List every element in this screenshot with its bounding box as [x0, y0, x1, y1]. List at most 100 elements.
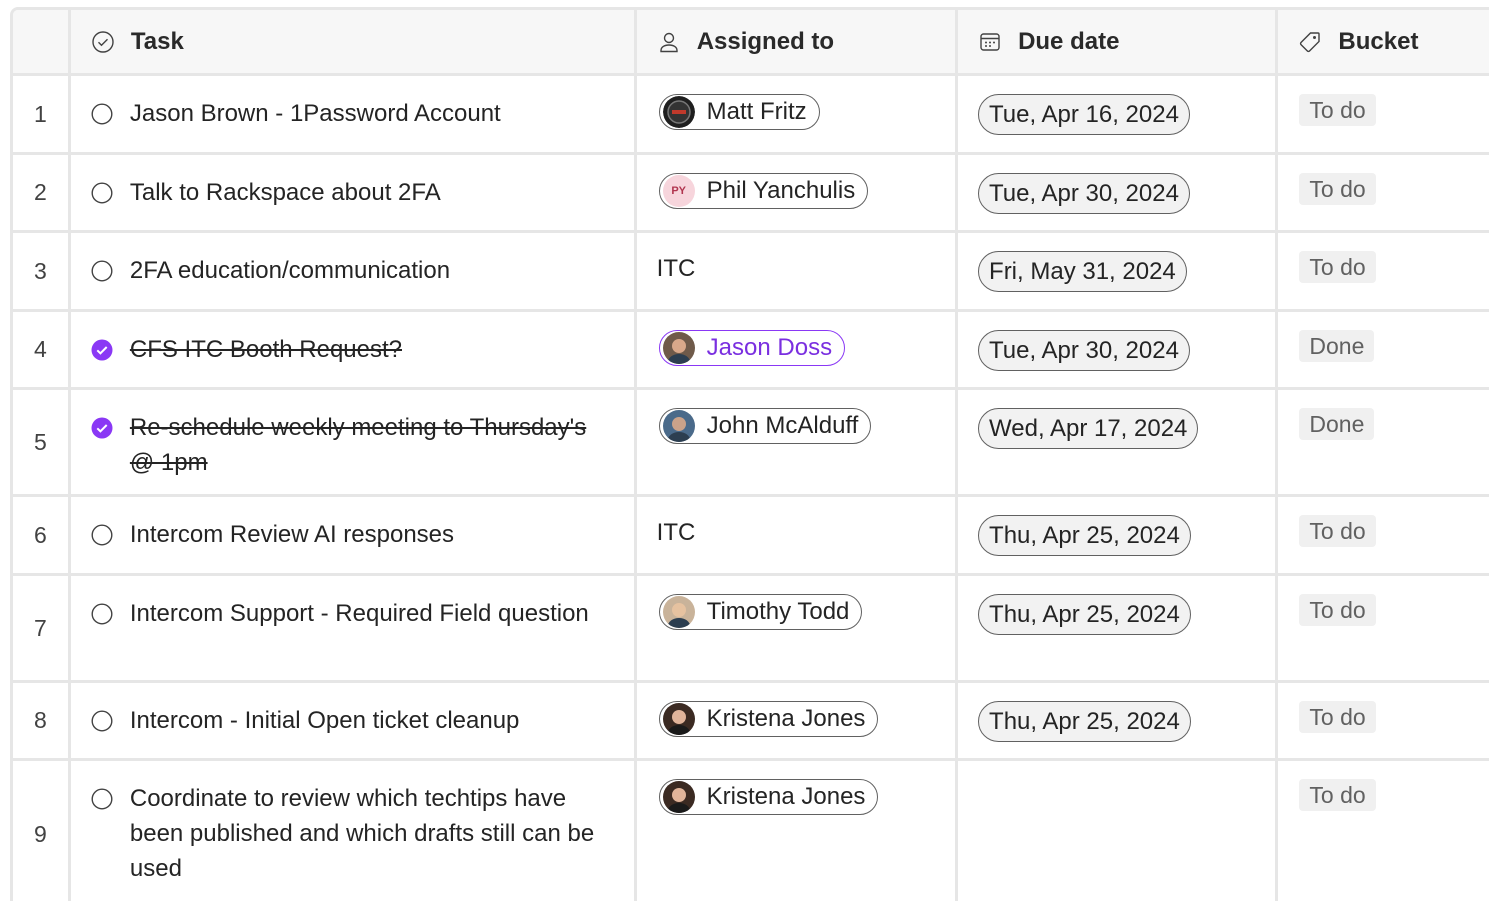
task-checkbox-icon[interactable] [91, 524, 113, 546]
bucket-badge[interactable]: To do [1299, 701, 1376, 733]
task-row[interactable]: 5 Re-schedule weekly meeting to Thursday'… [13, 390, 1489, 497]
completed-check-icon[interactable] [91, 417, 113, 439]
bucket-cell[interactable]: To do [1278, 576, 1489, 680]
bucket-badge[interactable]: To do [1299, 251, 1376, 283]
due-date-cell[interactable]: Tue, Apr 30, 2024 [958, 155, 1279, 230]
task-checkbox-icon[interactable] [91, 260, 113, 282]
row-number-cell: 6 [13, 497, 71, 573]
task-cell[interactable]: Jason Brown - 1Password Account [71, 76, 637, 152]
due-date-cell[interactable]: Thu, Apr 25, 2024 [958, 576, 1279, 680]
task-title[interactable]: CFS ITC Booth Request? [130, 332, 402, 367]
due-date-cell[interactable] [958, 761, 1279, 901]
task-title[interactable]: Coordinate to review which techtips have… [130, 781, 614, 886]
task-cell[interactable]: Coordinate to review which techtips have… [71, 761, 637, 901]
due-date-pill[interactable]: Thu, Apr 25, 2024 [978, 515, 1191, 556]
assignee-chip[interactable]: Kristena Jones [658, 779, 879, 815]
assignee-chip[interactable]: Jason Doss [658, 330, 846, 366]
due-date-pill[interactable]: Fri, May 31, 2024 [978, 251, 1187, 292]
bucket-cell[interactable]: To do [1278, 683, 1489, 758]
due-date-pill[interactable]: Thu, Apr 25, 2024 [978, 701, 1191, 742]
assignee-chip[interactable]: John McAlduff [658, 408, 872, 444]
task-cell[interactable]: Intercom Review AI responses [71, 497, 637, 573]
task-cell[interactable]: CFS ITC Booth Request? [71, 312, 637, 387]
task-checkbox-icon[interactable] [91, 603, 113, 625]
bucket-badge[interactable]: Done [1299, 330, 1375, 362]
task-row[interactable]: 2 Talk to Rackspace about 2FA PY Phil Yanch… [13, 155, 1489, 233]
bucket-badge[interactable]: To do [1299, 594, 1376, 626]
bucket-badge[interactable]: To do [1299, 94, 1376, 126]
column-header-bucket[interactable]: Bucket [1278, 10, 1489, 73]
due-date-cell[interactable]: Thu, Apr 25, 2024 [958, 683, 1279, 758]
grid-header: Task Assigned to Due date Bucket [13, 10, 1489, 76]
task-title[interactable]: Re-schedule weekly meeting to Thursday's… [130, 410, 614, 480]
task-row[interactable]: 9 Coordinate to review which techtips hav… [13, 761, 1489, 901]
bucket-cell[interactable]: To do [1278, 76, 1489, 152]
due-date-pill[interactable]: Tue, Apr 16, 2024 [978, 94, 1190, 135]
task-title[interactable]: Talk to Rackspace about 2FA [130, 175, 441, 210]
due-date-cell[interactable]: Fri, May 31, 2024 [958, 233, 1279, 309]
task-cell[interactable]: Talk to Rackspace about 2FA [71, 155, 637, 230]
column-header-assigned-label: Assigned to [696, 27, 835, 55]
due-date-pill[interactable]: Tue, Apr 30, 2024 [978, 173, 1190, 214]
assigned-cell[interactable]: Kristena Jones [637, 683, 959, 758]
bucket-cell[interactable]: Done [1278, 390, 1489, 494]
task-row[interactable]: 4 CFS ITC Booth Request? Jason Doss Tue, Ap… [13, 312, 1489, 390]
completed-check-icon[interactable] [91, 339, 113, 361]
task-checkbox-icon[interactable] [91, 103, 113, 125]
task-row[interactable]: 7 Intercom Support - Required Field quest… [13, 576, 1489, 683]
due-date-cell[interactable]: Wed, Apr 17, 2024 [958, 390, 1279, 494]
column-header-due[interactable]: Due date [958, 10, 1279, 73]
row-number: 5 [34, 428, 47, 455]
bucket-badge[interactable]: To do [1299, 173, 1376, 205]
task-title[interactable]: Intercom - Initial Open ticket cleanup [130, 703, 520, 738]
column-header-assigned[interactable]: Assigned to [637, 10, 959, 73]
bucket-badge[interactable]: To do [1299, 779, 1376, 811]
assigned-cell[interactable]: ITC [637, 497, 959, 573]
due-date-cell[interactable]: Thu, Apr 25, 2024 [958, 497, 1279, 573]
assignee-chip[interactable]: Kristena Jones [658, 701, 879, 737]
bucket-cell[interactable]: To do [1278, 497, 1489, 573]
assignee-chip[interactable]: PY Phil Yanchulis [658, 173, 869, 209]
column-header-bucket-label: Bucket [1338, 27, 1419, 55]
task-cell[interactable]: Intercom - Initial Open ticket cleanup [71, 683, 637, 758]
due-date-pill[interactable]: Tue, Apr 30, 2024 [978, 330, 1190, 371]
assignee-chip[interactable]: Matt Fritz [658, 94, 820, 130]
bucket-cell[interactable]: Done [1278, 312, 1489, 387]
assigned-cell[interactable]: ITC [637, 233, 959, 309]
task-row[interactable]: 6 Intercom Review AI responses ITC Thu, Apr… [13, 497, 1489, 576]
task-checkbox-icon[interactable] [91, 182, 113, 204]
assignee-name: Phil Yanchulis [706, 177, 856, 204]
bucket-cell[interactable]: To do [1278, 761, 1489, 901]
task-content: Intercom Support - Required Field questi… [71, 576, 634, 631]
row-number-header [13, 10, 71, 73]
bucket-cell[interactable]: To do [1278, 155, 1489, 230]
task-row[interactable]: 8 Intercom - Initial Open ticket cleanup K… [13, 683, 1489, 761]
task-row[interactable]: 3 2FA education/communication ITC Fri, May … [13, 233, 1489, 312]
task-title[interactable]: Intercom Review AI responses [130, 517, 454, 552]
task-title[interactable]: Intercom Support - Required Field questi… [130, 596, 589, 631]
assigned-cell[interactable]: Matt Fritz [637, 76, 959, 152]
assigned-cell[interactable]: PY Phil Yanchulis [637, 155, 959, 230]
assigned-cell[interactable]: Timothy Todd [637, 576, 959, 680]
task-cell[interactable]: 2FA education/communication [71, 233, 637, 309]
assigned-cell[interactable]: Kristena Jones [637, 761, 959, 901]
column-header-task[interactable]: Task [71, 10, 637, 73]
task-checkbox-icon[interactable] [91, 788, 113, 810]
assigned-cell[interactable]: Jason Doss [637, 312, 959, 387]
task-cell[interactable]: Re-schedule weekly meeting to Thursday's… [71, 390, 637, 494]
task-checkbox-icon[interactable] [91, 710, 113, 732]
task-title[interactable]: Jason Brown - 1Password Account [130, 96, 501, 131]
due-date-cell[interactable]: Tue, Apr 16, 2024 [958, 76, 1279, 152]
bucket-cell[interactable]: To do [1278, 233, 1489, 309]
bucket-badge[interactable]: To do [1299, 515, 1376, 547]
due-date-cell[interactable]: Tue, Apr 30, 2024 [958, 312, 1279, 387]
assignee-chip[interactable]: Timothy Todd [658, 594, 863, 630]
due-date-pill[interactable]: Wed, Apr 17, 2024 [978, 408, 1199, 449]
task-row[interactable]: 1 Jason Brown - 1Password Account Matt Fri… [13, 76, 1489, 155]
avatar [662, 781, 695, 813]
task-title[interactable]: 2FA education/communication [130, 253, 450, 288]
assigned-cell[interactable]: John McAlduff [637, 390, 959, 494]
task-cell[interactable]: Intercom Support - Required Field questi… [71, 576, 637, 680]
due-date-pill[interactable]: Thu, Apr 25, 2024 [978, 594, 1191, 635]
bucket-badge[interactable]: Done [1299, 408, 1375, 440]
